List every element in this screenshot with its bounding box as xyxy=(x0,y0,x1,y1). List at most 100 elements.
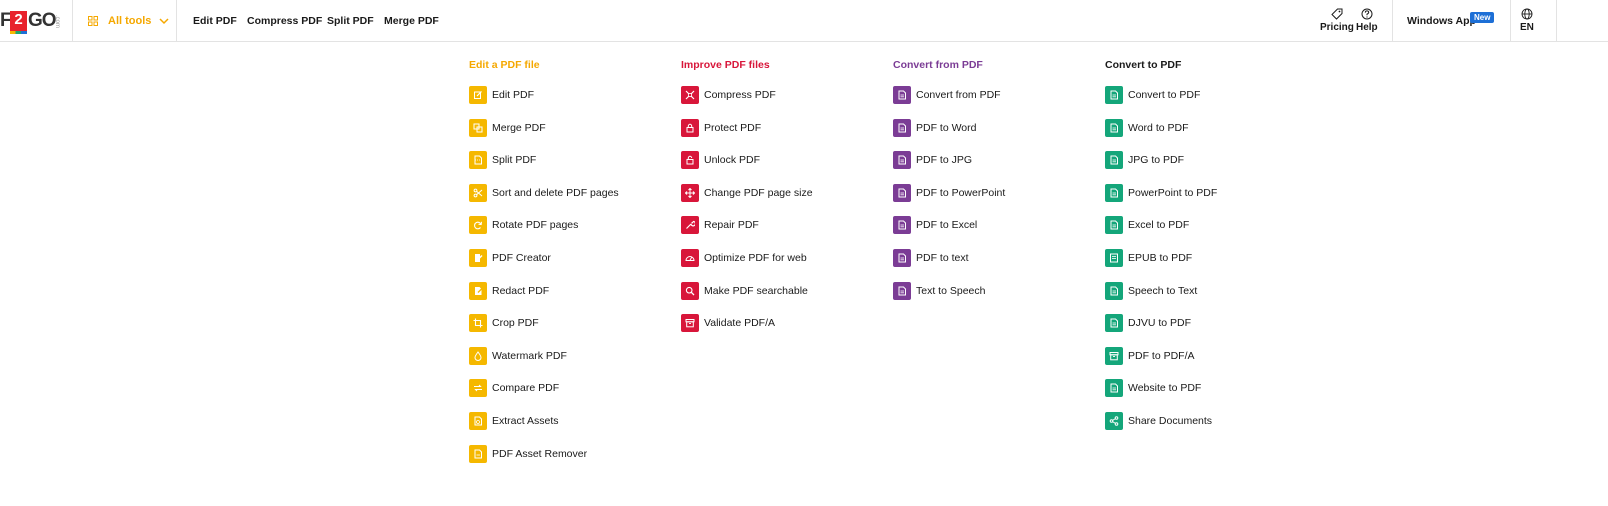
menu-item-jpg-to-pdf[interactable]: JPG to PDF xyxy=(1105,150,1184,170)
menu-item-convert-to-pdf[interactable]: Convert to PDF xyxy=(1105,85,1200,105)
document-icon xyxy=(1105,379,1123,397)
remover-icon xyxy=(469,445,487,463)
logo-digit-2: 2 xyxy=(10,11,27,34)
menu-item-label: Change PDF page size xyxy=(704,187,813,199)
new-badge: New xyxy=(1470,12,1495,23)
menu-item-excel-to-pdf[interactable]: Excel to PDF xyxy=(1105,215,1189,235)
menu-item-label: DJVU to PDF xyxy=(1128,317,1192,329)
logo-letters-go: GO xyxy=(28,10,57,31)
column-title-improve: Improve PDF files xyxy=(681,59,770,71)
menu-item-sort-and-delete-pdf-pages[interactable]: Sort and delete PDF pages xyxy=(469,183,619,203)
menu-item-label: Convert from PDF xyxy=(916,89,1001,101)
menu-item-speech-to-text[interactable]: Speech to Text xyxy=(1105,281,1197,301)
menu-item-pdf-to-word[interactable]: PDF to Word xyxy=(893,118,977,138)
menu-item-text-to-speech[interactable]: Text to Speech xyxy=(893,281,985,301)
menu-item-repair-pdf[interactable]: Repair PDF xyxy=(681,215,759,235)
menu-item-label: Watermark PDF xyxy=(492,350,567,362)
menu-item-compress-pdf[interactable]: Compress PDF xyxy=(681,85,776,105)
menu-item-pdf-creator[interactable]: PDF Creator xyxy=(469,248,551,268)
menu-item-make-pdf-searchable[interactable]: Make PDF searchable xyxy=(681,281,808,301)
menu-item-epub-to-pdf[interactable]: EPUB to PDF xyxy=(1105,248,1192,268)
menu-item-label: PDF to PDF/A xyxy=(1128,350,1195,362)
menu-item-label: Website to PDF xyxy=(1128,382,1202,394)
menu-item-compare-pdf[interactable]: Compare PDF xyxy=(469,378,559,398)
menu-item-pdf-to-powerpoint[interactable]: PDF to PowerPoint xyxy=(893,183,1005,203)
lock-icon xyxy=(681,119,699,137)
menu-item-pdf-asset-remover[interactable]: PDF Asset Remover xyxy=(469,444,587,464)
watermark-icon xyxy=(469,347,487,365)
menu-item-merge-pdf[interactable]: Merge PDF xyxy=(469,118,546,138)
column-title-convert-to: Convert to PDF xyxy=(1105,59,1182,71)
archive-icon xyxy=(1105,347,1123,365)
menu-item-redact-pdf[interactable]: Redact PDF xyxy=(469,281,549,301)
menu-item-edit-pdf[interactable]: Edit PDF xyxy=(469,85,534,105)
menu-item-split-pdf[interactable]: Split PDF xyxy=(469,150,536,170)
menu-item-validate-pdf-a[interactable]: Validate PDF/A xyxy=(681,313,775,333)
all-tools-label: All tools xyxy=(108,15,152,27)
help-label: Help xyxy=(1356,22,1378,33)
menu-item-label: Crop PDF xyxy=(492,317,539,329)
menu-item-label: PDF to text xyxy=(916,252,969,264)
menu-item-convert-from-pdf[interactable]: Convert from PDF xyxy=(893,85,1001,105)
nav-compress-pdf[interactable]: Compress PDF xyxy=(247,15,322,27)
menu-item-label: Sort and delete PDF pages xyxy=(492,187,619,199)
document-icon xyxy=(1105,119,1123,137)
chevron-down-icon xyxy=(159,18,169,25)
menu-item-label: Excel to PDF xyxy=(1128,219,1190,231)
menu-item-word-to-pdf[interactable]: Word to PDF xyxy=(1105,118,1189,138)
menu-item-label: Text to Speech xyxy=(916,285,986,297)
share-icon xyxy=(1105,412,1123,430)
menu-item-label: Optimize PDF for web xyxy=(704,252,807,264)
menu-item-rotate-pdf-pages[interactable]: Rotate PDF pages xyxy=(469,215,578,235)
menu-item-website-to-pdf[interactable]: Website to PDF xyxy=(1105,378,1201,398)
menu-item-label: PDF Creator xyxy=(492,252,551,264)
menu-item-pdf-to-jpg[interactable]: PDF to JPG xyxy=(893,150,972,170)
menu-item-djvu-to-pdf[interactable]: DJVU to PDF xyxy=(1105,313,1191,333)
menu-item-label: Redact PDF xyxy=(492,285,550,297)
nav-edit-pdf[interactable]: Edit PDF xyxy=(193,15,237,27)
menu-item-label: PDF to Excel xyxy=(916,219,978,231)
menu-item-pdf-to-text[interactable]: PDF to text xyxy=(893,248,969,268)
menu-item-powerpoint-to-pdf[interactable]: PowerPoint to PDF xyxy=(1105,183,1217,203)
document-icon xyxy=(1105,282,1123,300)
archive-icon xyxy=(681,314,699,332)
menu-item-unlock-pdf[interactable]: Unlock PDF xyxy=(681,150,760,170)
menu-item-label: Merge PDF xyxy=(492,122,546,134)
nav-merge-pdf[interactable]: Merge PDF xyxy=(384,15,439,27)
pricing-link[interactable]: Pricing xyxy=(1320,8,1354,33)
menu-item-optimize-pdf-for-web[interactable]: Optimize PDF for web xyxy=(681,248,807,268)
menu-item-label: PDF Asset Remover xyxy=(492,448,588,460)
language-selector[interactable]: EN xyxy=(1520,8,1534,33)
book-icon xyxy=(1105,249,1123,267)
pdf2go-logo[interactable]: F 2 GO .com xyxy=(0,9,62,34)
menu-item-pdf-to-excel[interactable]: PDF to Excel xyxy=(893,215,977,235)
menu-item-protect-pdf[interactable]: Protect PDF xyxy=(681,118,761,138)
menu-item-pdf-to-pdf-a[interactable]: PDF to PDF/A xyxy=(1105,346,1195,366)
nav-split-pdf[interactable]: Split PDF xyxy=(327,15,374,27)
menu-item-share-documents[interactable]: Share Documents xyxy=(1105,411,1212,431)
divider xyxy=(1392,0,1393,42)
logo-domain: .com xyxy=(54,15,60,29)
menu-item-label: JPG to PDF xyxy=(1128,154,1185,166)
menu-item-extract-assets[interactable]: Extract Assets xyxy=(469,411,559,431)
document-icon xyxy=(893,282,911,300)
compress-icon xyxy=(681,86,699,104)
menu-item-change-pdf-page-size[interactable]: Change PDF page size xyxy=(681,183,813,203)
divider xyxy=(1510,0,1511,42)
menu-item-watermark-pdf[interactable]: Watermark PDF xyxy=(469,346,567,366)
edit-icon xyxy=(469,86,487,104)
document-icon xyxy=(1105,86,1123,104)
help-link[interactable]: Help xyxy=(1356,8,1378,33)
menu-item-label: Repair PDF xyxy=(704,219,759,231)
menu-item-label: Split PDF xyxy=(492,154,537,166)
menu-item-label: PowerPoint to PDF xyxy=(1128,187,1218,199)
menu-item-crop-pdf[interactable]: Crop PDF xyxy=(469,313,539,333)
menu-item-label: Speech to Text xyxy=(1128,285,1198,297)
document-icon xyxy=(893,86,911,104)
language-label: EN xyxy=(1520,22,1534,33)
all-tools-dropdown-button[interactable]: All tools xyxy=(88,12,169,30)
windows-app-link[interactable]: Windows App xyxy=(1407,15,1476,27)
menu-item-label: PDF to JPG xyxy=(916,154,973,166)
globe-icon xyxy=(1521,8,1533,20)
document-icon xyxy=(893,151,911,169)
